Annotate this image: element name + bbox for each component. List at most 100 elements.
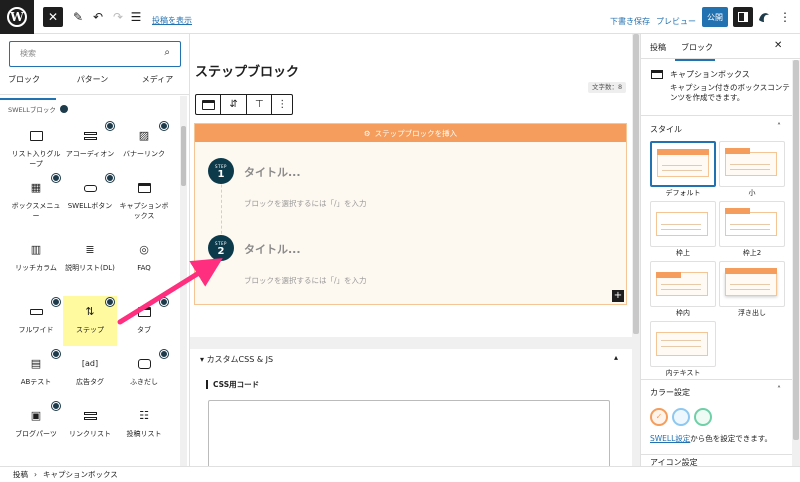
- style-option-frame-inside[interactable]: 枠内: [650, 261, 716, 317]
- step-content-placeholder[interactable]: ブロックを選択するには「/」を入力: [244, 198, 367, 209]
- insert-step-block-button[interactable]: ⚙ ステップブロックを挿入: [195, 124, 626, 142]
- block-box-menu[interactable]: ▦ ボックスメニュー: [9, 172, 63, 222]
- css-code-label: CSS用コード: [206, 380, 259, 389]
- more-options-button[interactable]: ⋮: [778, 7, 792, 27]
- tab-post[interactable]: 投稿: [650, 42, 666, 53]
- block-options-button[interactable]: ⋮: [272, 95, 292, 114]
- scrollbar-thumb[interactable]: [633, 34, 639, 334]
- block-swell-button[interactable]: SWELLボタン: [63, 172, 117, 222]
- block-rich-column[interactable]: ▥ リッチカラム: [9, 234, 63, 284]
- post-list-icon: ☷: [139, 409, 149, 422]
- tab-blocks[interactable]: ブロック: [0, 74, 60, 100]
- icon-settings-section: アイコン設定: [641, 454, 800, 466]
- tab-patterns[interactable]: パターン: [60, 74, 125, 94]
- block-faq[interactable]: ◎ FAQ: [117, 234, 171, 284]
- gear-icon: ⚙: [363, 128, 371, 138]
- chevron-up-icon[interactable]: ˄: [777, 122, 781, 131]
- scrollbar-thumb[interactable]: [181, 126, 186, 186]
- block-speech-bubble[interactable]: ふきだし: [117, 348, 171, 398]
- wordpress-logo-button[interactable]: W: [0, 0, 34, 34]
- style-option-frame-top[interactable]: 枠上: [650, 201, 716, 257]
- breadcrumb-item[interactable]: キャプションボックス: [43, 470, 118, 479]
- swell-badge-icon: [106, 122, 114, 130]
- color-swatch-green[interactable]: [694, 408, 712, 426]
- style-option-default[interactable]: デフォルト: [650, 141, 716, 197]
- block-accordion[interactable]: アコーディオン: [63, 120, 117, 170]
- vertical-ellipsis-icon: ⋮: [779, 10, 791, 24]
- show-post-link[interactable]: 投稿を表示: [152, 10, 192, 30]
- color-swatch-blue[interactable]: [672, 408, 690, 426]
- tab-icon: [136, 304, 152, 320]
- style-section-title[interactable]: スタイル: [650, 124, 682, 135]
- style-button[interactable]: ⊤: [247, 95, 273, 114]
- close-inserter-button[interactable]: ✕: [43, 7, 63, 27]
- block-search-input[interactable]: [20, 42, 160, 64]
- link-list-icon: [82, 408, 98, 424]
- list-view-button[interactable]: ☰: [126, 7, 146, 27]
- block-search-box[interactable]: ⌕: [9, 41, 181, 67]
- tools-button[interactable]: ✎: [68, 7, 88, 27]
- block-post-list[interactable]: ☷ 投稿リスト: [117, 400, 171, 450]
- meta-box-divider: [190, 337, 632, 349]
- scrollbar-thumb[interactable]: [793, 60, 799, 440]
- add-block-button[interactable]: +: [612, 290, 624, 302]
- list-group-icon: [28, 128, 44, 144]
- swell-settings-button[interactable]: [755, 7, 773, 27]
- inserter-scrollbar[interactable]: [180, 96, 187, 466]
- settings-toggle-button[interactable]: [733, 7, 753, 27]
- block-label: 広告タグ: [76, 378, 104, 386]
- undo-button[interactable]: ↶: [88, 7, 108, 27]
- step-content-placeholder[interactable]: ブロックを選択するには「/」を入力: [244, 275, 367, 286]
- preview-button[interactable]: プレビュー: [656, 11, 696, 31]
- block-type-button[interactable]: [196, 95, 222, 114]
- css-code-textarea[interactable]: [208, 400, 610, 466]
- page-title[interactable]: ステップブロック: [195, 61, 299, 80]
- meta-panel-title[interactable]: ▾ カスタムCSS & JS: [200, 354, 273, 365]
- breadcrumb-item[interactable]: 投稿: [13, 470, 28, 479]
- caption-box-icon: [136, 180, 152, 196]
- step-title-input[interactable]: タイトル...: [244, 241, 301, 257]
- plus-icon: +: [613, 290, 623, 301]
- drag-handle-button[interactable]: ⇵: [221, 95, 247, 114]
- style-option-inner-text[interactable]: 内テキスト: [650, 321, 716, 377]
- drag-icon: ⇵: [229, 99, 238, 110]
- block-full-wide[interactable]: フルワイド: [9, 296, 63, 346]
- block-label: 説明リスト(DL): [65, 264, 115, 272]
- close-sidebar-button[interactable]: ✕: [774, 40, 782, 51]
- swell-settings-link[interactable]: SWELL設定: [650, 434, 690, 443]
- block-caption-box[interactable]: キャプションボックス: [117, 172, 171, 222]
- style-option-small[interactable]: 小: [719, 141, 785, 197]
- style-option-frame-top-2[interactable]: 枠上2: [719, 201, 785, 257]
- block-description-list[interactable]: ≣ 説明リスト(DL): [63, 234, 117, 284]
- save-draft-button[interactable]: 下書き保存: [610, 11, 650, 31]
- tab-media[interactable]: メディア: [125, 74, 189, 94]
- block-label: 投稿リスト: [126, 430, 162, 438]
- block-link-list[interactable]: リンクリスト: [63, 400, 117, 450]
- color-section-title[interactable]: カラー設定: [650, 387, 690, 398]
- block-step[interactable]: ⇅ ステップ: [63, 296, 117, 346]
- style-option-embossed[interactable]: 浮き出し: [719, 261, 785, 317]
- speech-bubble-icon: [136, 356, 152, 372]
- block-banner-link[interactable]: ▨ バナーリンク: [117, 120, 171, 170]
- tab-block[interactable]: ブロック: [675, 42, 715, 61]
- block-tab[interactable]: タブ: [117, 296, 171, 346]
- color-swatch-orange[interactable]: ✓: [650, 408, 668, 426]
- block-ad-tag[interactable]: [ad] 広告タグ: [63, 348, 117, 398]
- redo-button[interactable]: ↷: [108, 7, 128, 27]
- rich-column-icon: ▥: [30, 243, 42, 256]
- collapse-caret-icon[interactable]: ▴: [614, 353, 618, 362]
- block-list-group[interactable]: リスト入りグループ: [9, 120, 63, 170]
- sidebar-scrollbar[interactable]: [792, 60, 800, 466]
- faq-icon: ◎: [139, 243, 149, 256]
- step-block[interactable]: ⚙ ステップブロックを挿入 STEP 1 タイトル... ブロックを選択するには…: [194, 123, 627, 305]
- publish-button[interactable]: 公開: [702, 7, 728, 27]
- step-title-input[interactable]: タイトル...: [244, 164, 301, 180]
- editor-scrollbar[interactable]: [632, 34, 640, 466]
- block-ab-test[interactable]: ▤ ABテスト: [9, 348, 63, 398]
- icon-section-title[interactable]: アイコン設定: [650, 457, 698, 466]
- caption-box-icon: [201, 99, 215, 110]
- block-blog-parts[interactable]: ▣ ブログパーツ: [9, 400, 63, 450]
- chevron-up-icon[interactable]: ˄: [777, 385, 781, 394]
- color-settings-section: カラー設定 ˄ ✓ SWELL設定から色を設定できます。: [641, 379, 800, 449]
- swell-badge-icon: [52, 350, 60, 358]
